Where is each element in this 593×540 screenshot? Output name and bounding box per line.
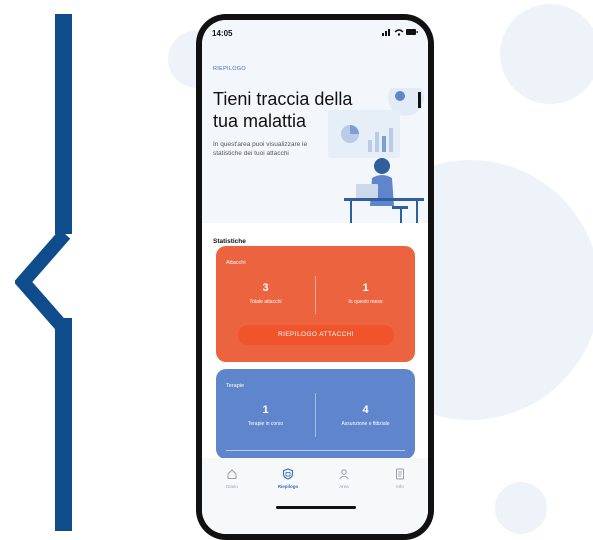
stat-label: Assunzione e fittiziale	[341, 421, 390, 427]
decorative-bar	[55, 14, 72, 234]
wifi-icon	[394, 29, 404, 36]
therapies-card[interactable]: Terapie 1 Terapie in corso 4 Assunzione …	[216, 369, 415, 459]
stat-value: 1	[362, 282, 369, 294]
phone-frame: 14:05 RIEPILOGO Tieni traccia della tua …	[196, 14, 434, 540]
attacks-card[interactable]: Attacchi 3 Totale attacchi 1 In questo m…	[216, 246, 415, 362]
bottom-tab-bar: Diario Riepilogo Area Info	[202, 458, 428, 534]
stat-intakes: 4 Assunzione e fittiziale	[316, 404, 415, 427]
analytics-illustration	[328, 88, 424, 223]
status-bar: 14:05	[202, 20, 428, 48]
tab-riepilogo[interactable]: Riepilogo	[260, 468, 316, 489]
signal-icon	[382, 29, 390, 36]
stat-month-attacks: 1 In questo mese	[316, 282, 415, 305]
section-eyebrow: RIEPILOGO	[213, 66, 246, 72]
tab-info[interactable]: Info	[372, 468, 428, 489]
card-divider-horizontal	[226, 450, 405, 451]
decorative-circle	[495, 482, 547, 534]
stat-value: 3	[262, 282, 269, 294]
stat-label: In questo mese	[348, 299, 383, 305]
decorative-chevron	[15, 232, 71, 332]
stat-label: Terapie in corso	[247, 421, 284, 427]
decorative-circle	[500, 4, 593, 104]
tab-label: Riepilogo	[277, 484, 299, 489]
tab-diario[interactable]: Diario	[204, 468, 260, 489]
therapies-card-label: Terapie	[226, 383, 245, 389]
phone-screen: 14:05 RIEPILOGO Tieni traccia della tua …	[202, 20, 428, 534]
home-icon	[227, 469, 237, 479]
tab-label: Info	[396, 484, 404, 489]
shield-icon	[282, 468, 294, 480]
tab-area[interactable]: Area	[316, 468, 372, 489]
page-subtitle: In quest'area puoi visualizzare le stati…	[213, 141, 308, 157]
attacks-card-label: Attacchi	[226, 260, 246, 266]
stat-value: 4	[362, 404, 369, 416]
stat-value: 1	[262, 404, 269, 416]
statistics-heading: Statistiche	[213, 238, 246, 245]
stat-total-attacks: 3 Totale attacchi	[216, 282, 315, 305]
tab-label: Diario	[226, 484, 238, 489]
document-icon	[396, 468, 404, 480]
stat-ongoing-therapies: 1 Terapie in corso	[216, 404, 315, 427]
tab-label: Area	[339, 484, 349, 489]
status-time: 14:05	[212, 29, 233, 38]
summary-header: RIEPILOGO Tieni traccia della tua malatt…	[202, 48, 428, 223]
battery-icon	[406, 29, 418, 35]
stat-label: Totale attacchi	[249, 299, 282, 305]
status-icons	[382, 27, 418, 39]
person-icon	[339, 469, 349, 480]
decorative-bar	[55, 318, 72, 531]
attacks-summary-button[interactable]: RIEPILOGO ATTACCHI	[238, 325, 394, 345]
home-indicator	[276, 506, 356, 509]
